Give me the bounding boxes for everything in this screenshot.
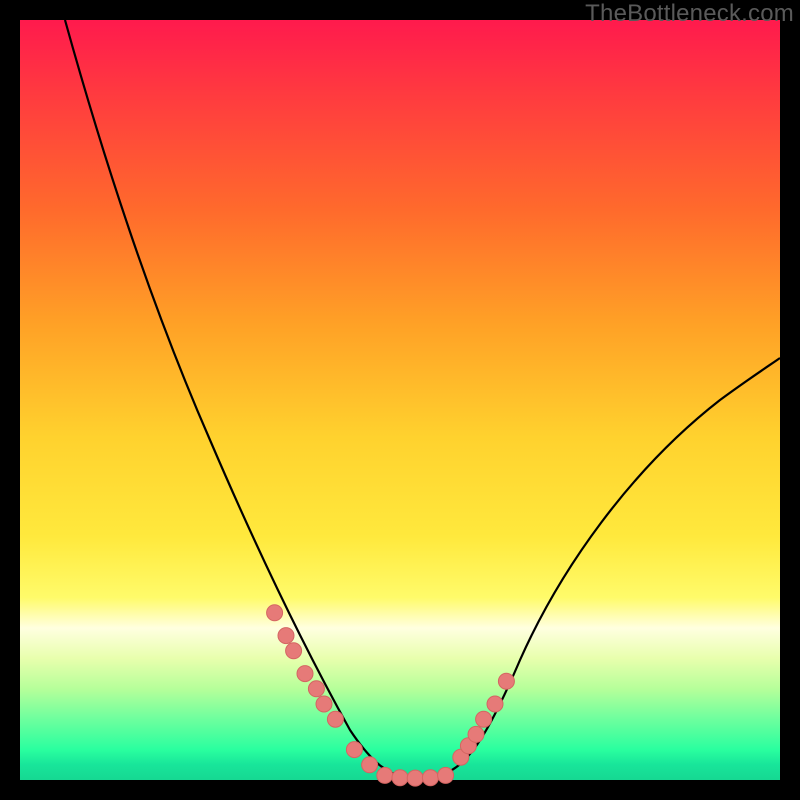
marker-point [316,696,332,712]
bottleneck-curve [65,20,780,777]
marker-point [308,681,324,697]
chart-svg [20,20,780,780]
marker-point [392,770,408,786]
marker-point [422,770,438,786]
marker-point [377,767,393,783]
marker-group [267,605,515,786]
watermark-text: TheBottleneck.com [585,0,794,28]
marker-point [468,726,484,742]
marker-point [407,770,423,786]
marker-point [267,605,283,621]
marker-point [346,742,362,758]
marker-point [362,757,378,773]
marker-point [498,673,514,689]
marker-point [286,643,302,659]
marker-point [327,711,343,727]
marker-point [297,666,313,682]
marker-point [487,696,503,712]
marker-point [278,628,294,644]
chart-frame: TheBottleneck.com [0,0,800,800]
marker-point [438,767,454,783]
chart-plot-area [20,20,780,780]
marker-point [476,711,492,727]
